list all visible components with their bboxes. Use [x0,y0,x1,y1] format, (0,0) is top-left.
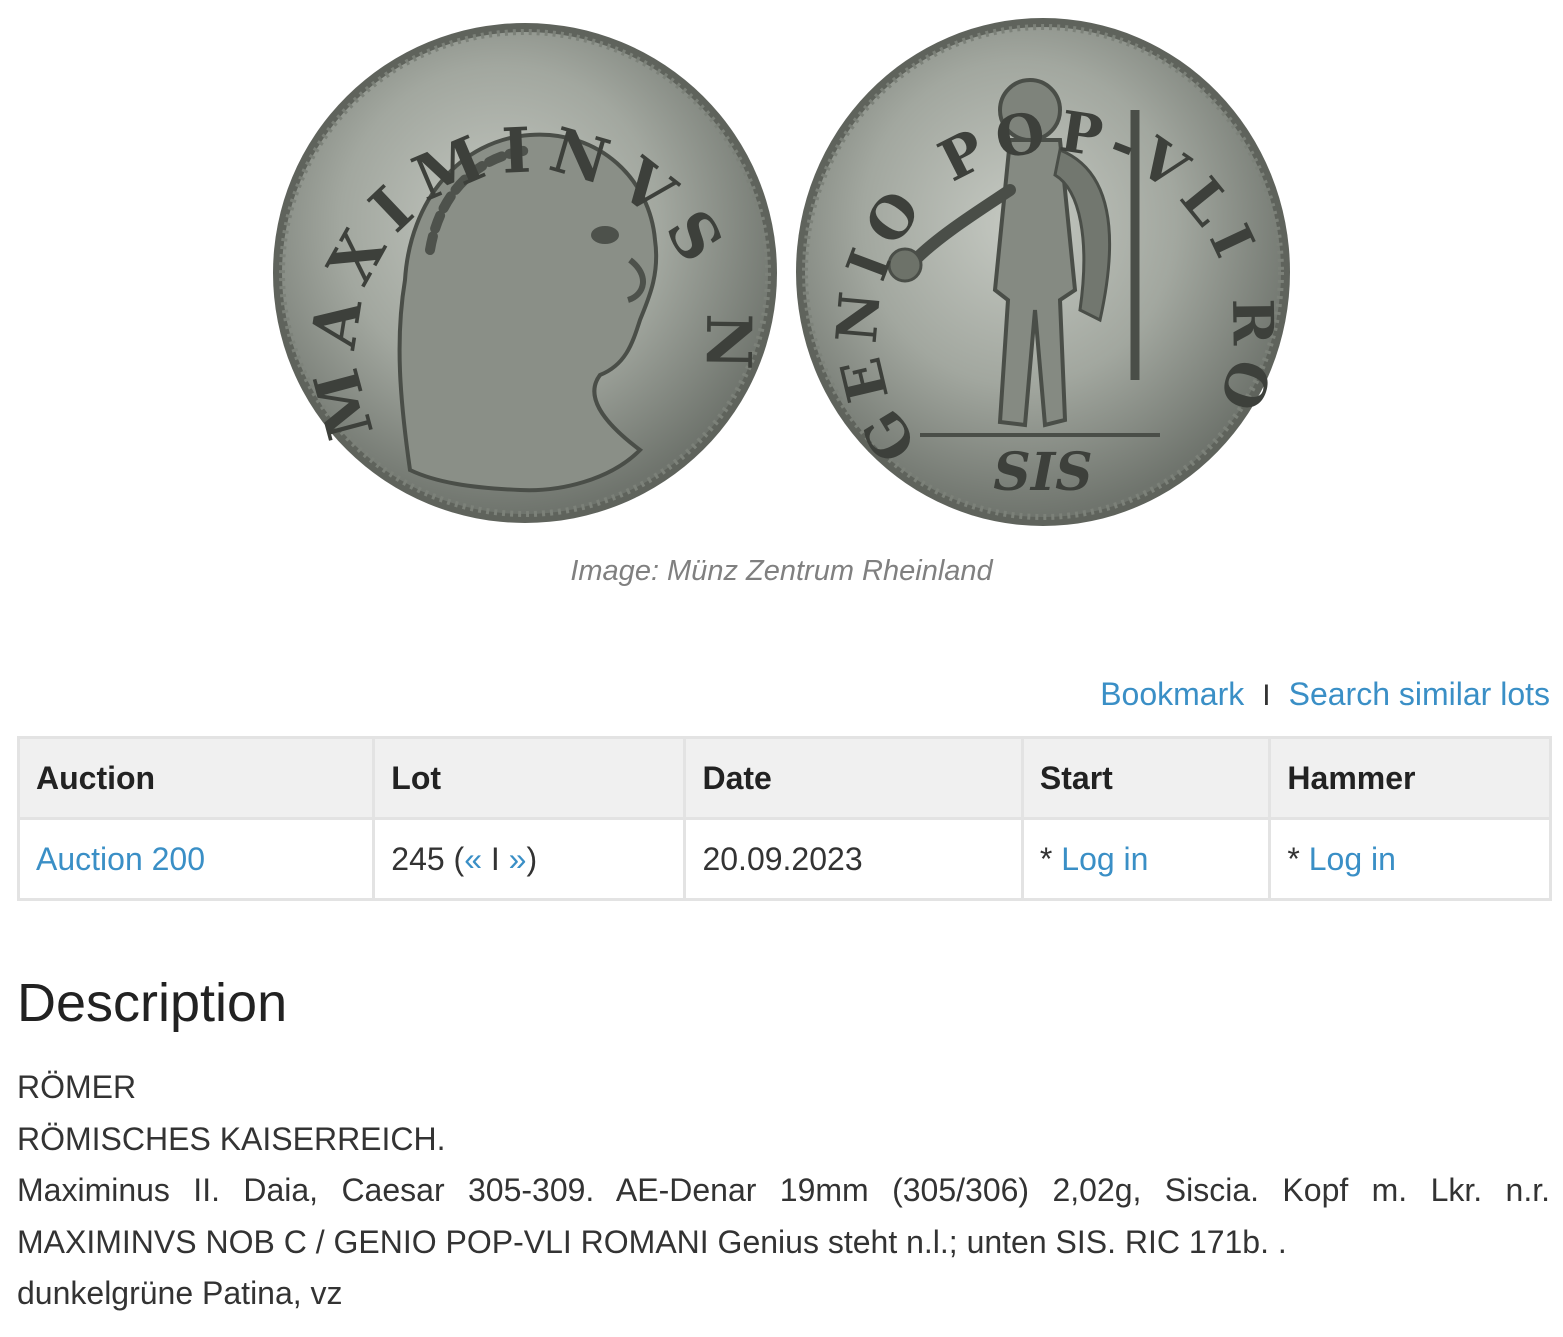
auction-link[interactable]: Auction 200 [36,841,205,877]
description-heading: Description [17,973,288,1033]
coin-obverse: MAXIMINVS NOB C [0,0,777,523]
description-line-details: Maximinus II. Daia, Caesar 305-309. AE-D… [17,1172,1550,1208]
column-header-auction: Auction [16,736,376,820]
column-header-start: Start [1020,736,1272,820]
start-cell: * Log in [1020,817,1272,901]
search-similar-lots-link[interactable]: Search similar lots [1289,676,1550,712]
bookmark-link[interactable]: Bookmark [1100,676,1244,712]
column-header-hammer: Hammer [1268,736,1552,820]
hammer-asterisk: * [1287,840,1309,877]
description-line-condition: dunkelgrüne Patina, vz [17,1275,343,1311]
coin-photo: MAXIMINVS NOB C GENIO POP-VLI ROMANI SIS [0,0,1290,526]
date-cell: 20.09.2023 [683,817,1024,901]
description-line-category: RÖMER [17,1069,137,1105]
description-body: RÖMER RÖMISCHES KAISERREICH. Maximinus I… [17,1062,1550,1320]
hammer-cell: * Log in [1268,817,1552,901]
mintmark: SIS [993,442,1092,503]
lot-close-paren: ) [526,840,538,877]
lot-info-table: Auction Lot Date Start Hammer Auction 20… [16,736,1552,901]
description-line-legend: MAXIMINVS NOB C / GENIO POP-VLI ROMANI G… [17,1223,1287,1260]
coin-images: MAXIMINVS NOB C GENIO POP-VLI ROMANI SIS [0,0,1563,545]
image-caption: Image: Münz Zentrum Rheinland [570,555,993,587]
previous-lot-link[interactable]: « [464,841,482,877]
next-lot-link[interactable]: » [509,841,527,877]
start-asterisk: * [1039,840,1062,877]
start-login-link[interactable]: Log in [1061,841,1148,877]
action-separator: I [1262,679,1271,712]
lot-cell: 245 (« I ») [372,817,687,901]
column-header-lot: Lot [372,736,687,820]
lot-actions: Bookmark I Search similar lots [1100,676,1550,713]
column-header-date: Date [683,736,1024,820]
lot-number: 245 ( [391,840,465,877]
hammer-login-link[interactable]: Log in [1309,841,1396,877]
table-header-row: Auction Lot Date Start Hammer [16,736,1552,820]
description-line-subcategory: RÖMISCHES KAISERREICH. [17,1120,446,1157]
auction-cell: Auction 200 [16,817,376,901]
lot-nav-separator: I [482,840,509,877]
table-row: Auction 200 245 (« I ») 20.09.2023 * Log… [16,817,1552,901]
